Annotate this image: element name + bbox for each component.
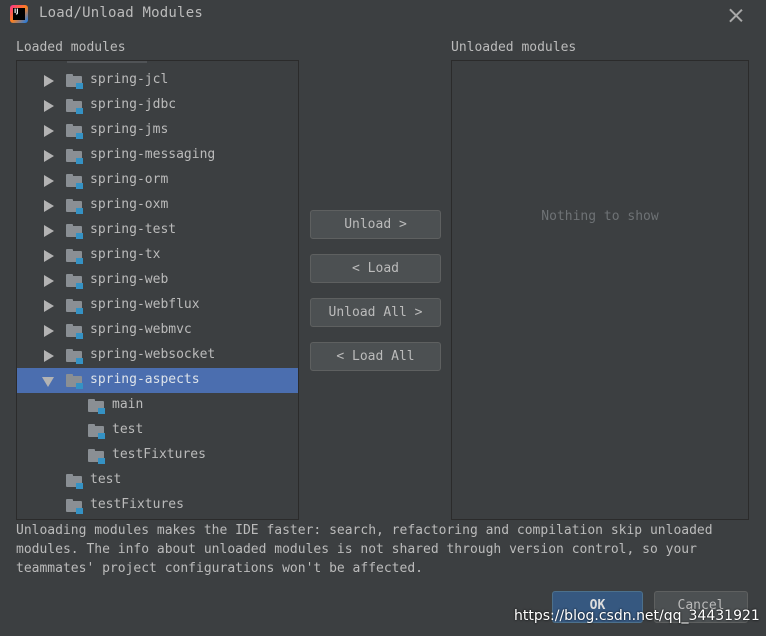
module-folder-icon [66, 348, 84, 364]
tree-row[interactable]: spring-web [17, 268, 298, 293]
expand-arrow-right-icon[interactable] [44, 100, 54, 112]
module-folder-icon [88, 448, 106, 464]
tree-row[interactable]: spring-websocket [17, 343, 298, 368]
module-label: spring-jms [90, 122, 169, 137]
tree-row[interactable]: spring-webflux [17, 293, 298, 318]
module-folder-icon [66, 498, 84, 514]
module-label: spring-websocket [90, 347, 216, 362]
module-folder-icon [66, 273, 84, 289]
expand-arrow-right-icon[interactable] [44, 75, 54, 87]
module-folder-icon [66, 323, 84, 339]
expand-arrow-down-icon[interactable] [42, 377, 54, 387]
module-label: testFixtures [90, 497, 184, 512]
expand-arrow-right-icon[interactable] [44, 325, 54, 337]
load-all-button[interactable]: < Load All [310, 342, 441, 371]
module-folder-icon [66, 148, 84, 164]
module-label: spring-messaging [90, 147, 216, 162]
tree-row[interactable]: main [17, 393, 298, 418]
tree-row[interactable]: testFixtures [17, 443, 298, 468]
tree-row[interactable]: spring-oxm [17, 193, 298, 218]
tree-row[interactable]: spring-orm [17, 168, 298, 193]
unload-all-button[interactable]: Unload All > [310, 298, 441, 327]
module-label: spring-tx [90, 247, 161, 262]
expand-arrow-right-icon[interactable] [44, 125, 54, 137]
tree-row[interactable]: spring-jms [17, 118, 298, 143]
module-label: spring-aspects [90, 372, 200, 387]
expand-arrow-right-icon[interactable] [44, 225, 54, 237]
module-label: spring-orm [90, 172, 169, 187]
module-folder-icon [66, 73, 84, 89]
title-bar: IJ Load/Unload Modules [0, 0, 766, 30]
expand-arrow-right-icon[interactable] [44, 175, 54, 187]
empty-state-text: Nothing to show [541, 209, 659, 224]
tree-row[interactable]: spring-jcl [17, 68, 298, 93]
expand-arrow-right-icon[interactable] [44, 200, 54, 212]
tree-row[interactable]: spring-jdbc [17, 93, 298, 118]
module-folder-icon [66, 173, 84, 189]
module-folder-icon [88, 398, 106, 414]
info-text: Unloading modules makes the IDE faster: … [16, 523, 713, 576]
expand-arrow-right-icon[interactable] [44, 275, 54, 287]
module-label: test [90, 472, 122, 487]
module-folder-icon [66, 473, 84, 489]
loaded-modules-tree[interactable]: spring-jcl spring-jdbc spring-jms spring-me… [16, 60, 299, 520]
module-label: test [112, 422, 144, 437]
module-label: spring-oxm [90, 197, 169, 212]
module-label: testFixtures [112, 447, 206, 462]
tree-row[interactable]: testFixtures [17, 493, 298, 518]
watermark: https://blog.csdn.net/qq_34431921 [514, 608, 760, 624]
module-folder-icon [66, 223, 84, 239]
tree-row[interactable]: spring-webmvc [17, 318, 298, 343]
unloaded-modules-label: Unloaded modules [451, 40, 577, 55]
module-folder-icon [88, 423, 106, 439]
tree-row[interactable]: spring-tx [17, 243, 298, 268]
tree-row[interactable]: spring-messaging [17, 143, 298, 168]
tree-row[interactable]: spring-aspects [17, 368, 298, 393]
unloaded-modules-list[interactable]: Nothing to show [451, 60, 749, 520]
tree-row[interactable]: test [17, 468, 298, 493]
module-folder-icon [66, 298, 84, 314]
partially-visible-row [67, 61, 147, 63]
module-folder-icon [66, 98, 84, 114]
load-button[interactable]: < Load [310, 254, 441, 283]
module-folder-icon [66, 248, 84, 264]
module-label: spring-web [90, 272, 169, 287]
module-label: spring-webmvc [90, 322, 192, 337]
module-label: spring-webflux [90, 297, 200, 312]
unload-button[interactable]: Unload > [310, 210, 441, 239]
expand-arrow-right-icon[interactable] [44, 150, 54, 162]
loaded-modules-label: Loaded modules [16, 40, 126, 55]
intellij-logo-icon: IJ [10, 5, 28, 23]
module-label: spring-test [90, 222, 177, 237]
module-label: spring-jdbc [90, 97, 177, 112]
module-folder-icon [66, 373, 84, 389]
module-folder-icon [66, 123, 84, 139]
expand-arrow-right-icon[interactable] [44, 250, 54, 262]
close-icon[interactable] [726, 5, 746, 25]
window-title: Load/Unload Modules [39, 5, 203, 21]
module-label: main [112, 397, 144, 412]
expand-arrow-right-icon[interactable] [44, 300, 54, 312]
module-label: spring-jcl [90, 72, 169, 87]
expand-arrow-right-icon[interactable] [44, 350, 54, 362]
tree-row[interactable]: test [17, 418, 298, 443]
module-folder-icon [66, 198, 84, 214]
tree-row[interactable]: spring-test [17, 218, 298, 243]
